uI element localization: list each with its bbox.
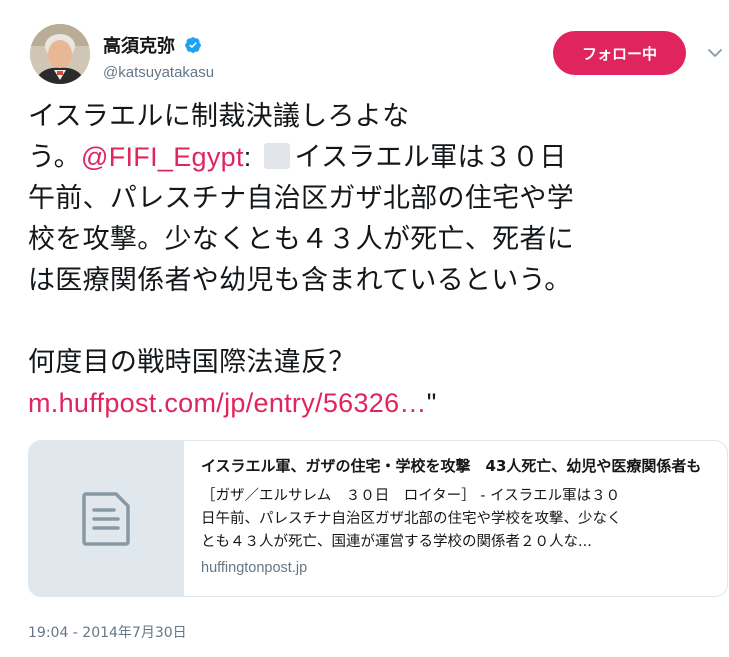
tweet-line: は医療関係者や幼児も含まれているという。 xyxy=(28,265,572,296)
tweet-line: イスラエルに制裁決議しろよな xyxy=(28,101,410,132)
link-preview-card[interactable]: イスラエル軍、ガザの住宅・学校を攻撃 43人死亡、幼児や医療関係者も ［ガザ／エ… xyxy=(28,440,728,597)
mention-link[interactable]: @FIFI_Egypt xyxy=(81,142,244,172)
chevron-down-icon[interactable] xyxy=(706,44,724,62)
missing-emoji-icon xyxy=(264,143,291,169)
card-description-line: 日午前、パレスチナ自治区ガザ北部の住宅や学校を攻撃、少なく xyxy=(201,511,622,527)
tweet-text-fragment: " xyxy=(426,388,437,418)
card-domain: huffingtonpost.jp xyxy=(201,560,308,576)
card-title[interactable]: イスラエル軍、ガザの住宅・学校を攻撃 43人死亡、幼児や医療関係者も xyxy=(201,455,713,477)
tweet-line: 校を攻撃。少なくとも４３人が死亡、死者に xyxy=(28,224,574,255)
avatar[interactable] xyxy=(30,24,90,84)
tweet-line: 何度目の戦時国際法違反？ xyxy=(28,347,356,378)
tweet-text-fragment: イスラエル軍は３０日 xyxy=(294,142,567,173)
tweet-line: m.huffpost.com/jp/entry/56326…" xyxy=(28,383,718,424)
verified-badge-icon xyxy=(185,37,201,53)
tweet-text-fragment: : xyxy=(243,142,252,172)
tweet-header: 高須克弥 @katsuyatakasu フォロー中 xyxy=(30,18,722,90)
display-name[interactable]: 高須克弥 xyxy=(103,32,175,58)
timestamp[interactable]: 19:04 - 2014年7月30日 xyxy=(28,622,187,642)
tweet-text-fragment: う。 xyxy=(28,142,81,173)
following-button[interactable]: フォロー中 xyxy=(553,31,686,75)
tweet-text: イスラエルに制裁決議しろよな う。@FIFI_Egypt: イスラエル軍は３０日… xyxy=(28,96,718,424)
card-body: イスラエル軍、ガザの住宅・学校を攻撃 43人死亡、幼児や医療関係者も ［ガザ／エ… xyxy=(201,455,711,576)
url-link[interactable]: m.huffpost.com/jp/entry/56326… xyxy=(28,388,427,418)
tweet-line: 午前、パレスチナ自治区ガザ北部の住宅や学 xyxy=(28,183,574,214)
card-description: ［ガザ／エルサレム ３０日 ロイター］ - イスラエル軍は３０ 日午前、パレスチ… xyxy=(201,485,716,554)
handle[interactable]: @katsuyatakasu xyxy=(103,64,214,81)
card-thumbnail xyxy=(29,441,184,596)
card-description-line: とも４３人が死亡、国連が運営する学校の関係者２０人な... xyxy=(201,534,592,550)
card-description-line: ［ガザ／エルサレム ３０日 ロイター］ - イスラエル軍は３０ xyxy=(201,488,621,504)
document-icon xyxy=(81,491,130,546)
tweet-line: う。@FIFI_Egypt: イスラエル軍は３０日 xyxy=(28,137,718,178)
